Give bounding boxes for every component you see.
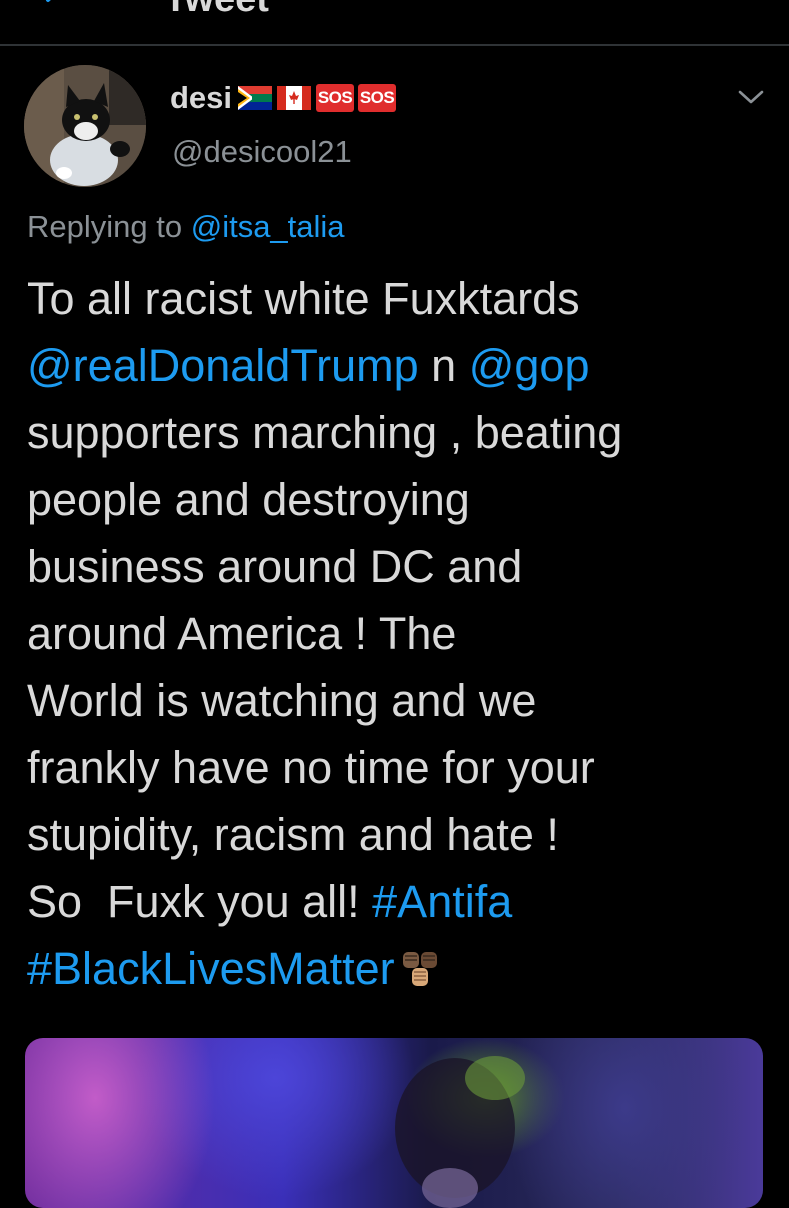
tweet-text-segment: supporters marching , beating (27, 407, 623, 458)
page-title: Tweet (164, 0, 269, 18)
cat-avatar-image (24, 65, 146, 187)
user-handle[interactable]: @desicool21 (172, 134, 352, 170)
mention-link[interactable]: @gop (469, 340, 590, 391)
tweet-text-segment: around America ! The (27, 608, 457, 659)
display-name[interactable]: desi (170, 80, 232, 116)
hashtag-link[interactable]: #Antifa (372, 876, 512, 927)
tweet-text-segment: people and destroying (27, 474, 470, 525)
tweet-line: @realDonaldTrump n @gop (27, 332, 772, 399)
south-africa-flag-icon (238, 86, 273, 110)
media-figure-silhouette (395, 1056, 525, 1208)
mention-link[interactable]: @realDonaldTrump (27, 340, 419, 391)
tweet-text-segment: business around DC and (27, 541, 523, 592)
tweet-text-segment: World is watching and we (27, 675, 537, 726)
tweet-line: So Fuxk you all! #Antifa (27, 868, 772, 935)
chevron-down-icon[interactable] (737, 85, 765, 109)
tweet-text: To all racist white Fuxktards @realDonal… (27, 265, 772, 1002)
tweet-text-segment: frankly have no time for your (27, 742, 595, 793)
tweet-line: supporters marching , beating (27, 399, 772, 466)
sos-badge: SOS (316, 84, 355, 112)
tweet-line: around America ! The (27, 600, 772, 667)
replying-to-mention[interactable]: @itsa_talia (191, 209, 345, 244)
tweet-line: business around DC and (27, 533, 772, 600)
tweet-line: frankly have no time for your (27, 734, 772, 801)
tweet-line: World is watching and we (27, 667, 772, 734)
tweet-line: #BlackLivesMatter (27, 935, 772, 1002)
hashtag-link[interactable]: #BlackLivesMatter (27, 943, 395, 994)
header-divider (0, 44, 789, 46)
replying-to-label: Replying to (27, 209, 191, 244)
top-bar: Tweet (0, 0, 789, 30)
tweet-line: people and destroying (27, 466, 772, 533)
tweet-text-segment: stupidity, racism and hate ! (27, 809, 559, 860)
tweet-media-image[interactable] (25, 1038, 763, 1208)
tweet-text-segment: So Fuxk you all! (27, 876, 373, 927)
tweet-line: To all racist white Fuxktards (27, 265, 772, 332)
tweet-line: stupidity, racism and hate ! (27, 801, 772, 868)
sos-badge: SOS (358, 84, 397, 112)
avatar[interactable] (24, 65, 146, 187)
replying-to: Replying to @itsa_talia (27, 209, 345, 245)
tweet-text-segment: To all racist white Fuxktards (27, 273, 580, 324)
author-name-row[interactable]: desi SOS SOS (170, 80, 398, 116)
tweet-text-segment: n (418, 340, 469, 391)
canada-flag-icon (277, 86, 312, 110)
raised-fists-icon (402, 952, 437, 986)
arrow-left-icon[interactable] (40, 0, 80, 18)
